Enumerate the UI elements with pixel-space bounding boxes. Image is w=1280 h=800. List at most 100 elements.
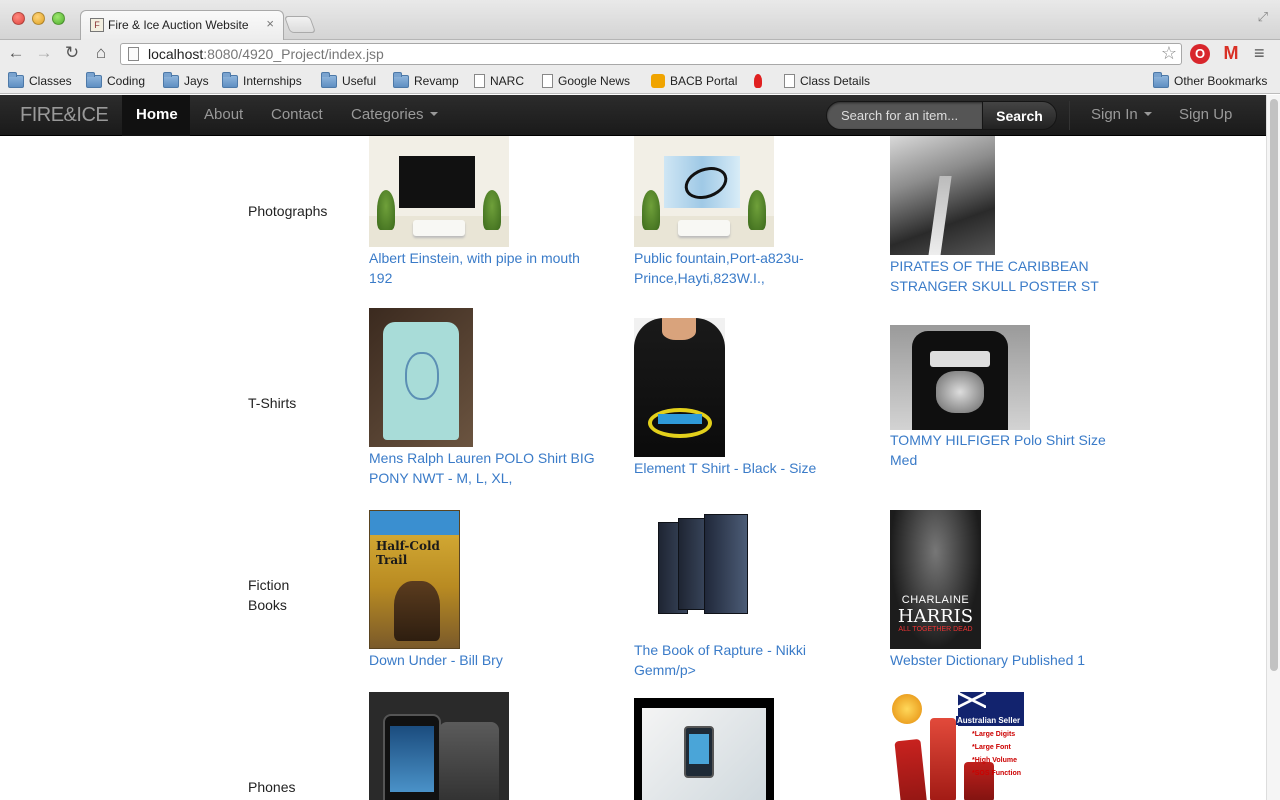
bookmark-label: Google News [558, 74, 631, 88]
seller-label: Australian Seller [956, 716, 1022, 725]
bookmark-star-icon[interactable]: ☆ [1161, 43, 1177, 64]
home-icon[interactable]: ⌂ [90, 42, 112, 64]
bookmark-label: Classes [29, 74, 72, 88]
address-bar[interactable]: localhost:8080/4920_Project/index.jsp ☆ [120, 43, 1182, 65]
url-host: localhost [148, 46, 204, 62]
product-image[interactable]: Half-Cold Trail [369, 510, 460, 649]
bookmark-label: Useful [342, 74, 377, 88]
bookmark-item[interactable]: BACB Portal [651, 73, 737, 89]
phone-shape [684, 726, 714, 778]
opera-extension-icon[interactable]: O [1190, 44, 1210, 64]
folder-icon [222, 72, 238, 88]
product-image[interactable] [369, 136, 509, 247]
bookmark-item[interactable]: Other Bookmarks [1153, 72, 1267, 89]
product-title-link[interactable]: Public fountain,Port-a823u-Prince,Hayti,… [634, 248, 864, 288]
product-title-link[interactable]: Mens Ralph Lauren POLO Shirt BIG PONY NW… [369, 448, 599, 488]
product-image[interactable]: CHARLAINE HARRIS ALL TOGETHER DEAD [890, 510, 981, 649]
product-title-link[interactable]: The Book of Rapture - Nikki Gemm/p> [634, 640, 864, 680]
back-icon[interactable]: ← [5, 42, 27, 64]
plant-shape [642, 190, 660, 230]
bookmark-item[interactable]: Coding [86, 72, 146, 89]
phone-shape [383, 714, 441, 800]
forward-icon[interactable]: → [33, 42, 55, 64]
bookmark-item[interactable]: Classes [8, 72, 72, 89]
bookmark-item[interactable]: NARC [474, 73, 524, 89]
product-title-link[interactable]: Albert Einstein, with pipe in mouth 192 [369, 248, 599, 288]
folder-icon [1153, 72, 1169, 88]
product-title-link[interactable]: TOMMY HILFIGER Polo Shirt Size Med [890, 430, 1120, 470]
reload-icon[interactable]: ↻ [61, 42, 83, 64]
tshirt-print-shape [936, 371, 984, 413]
caret-down-icon [1143, 112, 1152, 117]
nav-home[interactable]: Home [136, 106, 178, 123]
flip-phone-shape [894, 738, 928, 800]
phone-screen-shape [390, 726, 434, 792]
gmail-extension-icon[interactable]: M [1221, 44, 1241, 62]
nav-about[interactable]: About [204, 106, 243, 123]
scrollbar-thumb[interactable] [1270, 99, 1278, 671]
product-title-link[interactable]: Element T Shirt - Black - Size [634, 458, 864, 478]
product-image[interactable] [634, 510, 774, 639]
browser-menu-icon[interactable]: ≡ [1254, 43, 1265, 64]
new-tab-button[interactable] [283, 16, 317, 33]
bookmark-item[interactable]: Google News [542, 73, 630, 89]
category-label-photographs: Photographs [248, 203, 328, 219]
book-author-first: CHARLAINE [901, 594, 970, 606]
window-maximize-icon[interactable] [52, 12, 65, 25]
book-cover-shape [704, 514, 748, 614]
product-title-link[interactable]: PIRATES OF THE CARIBBEAN STRANGER SKULL … [890, 256, 1130, 296]
product-image[interactable] [369, 692, 509, 800]
book-banner-shape [370, 511, 459, 535]
rss-icon [651, 74, 665, 88]
guarantee-badge-shape [892, 694, 922, 724]
fullscreen-icon[interactable]: ⤢ [1258, 9, 1268, 25]
search-input[interactable] [826, 101, 984, 130]
product-title-link[interactable]: Webster Dictionary Published 1 [890, 650, 1120, 670]
url-text[interactable]: localhost:8080/4920_Project/index.jsp [148, 46, 384, 62]
folder-icon [86, 72, 102, 88]
tab-close-icon[interactable]: × [266, 16, 274, 31]
book-author-last: HARRIS [897, 606, 974, 627]
window-close-icon[interactable] [12, 12, 25, 25]
bookmark-label: Jays [184, 74, 209, 88]
page-scrollbar[interactable] [1266, 95, 1280, 800]
plant-shape [483, 190, 501, 230]
tshirt-shape [383, 322, 459, 440]
search-button[interactable]: Search [982, 101, 1057, 130]
product-image[interactable] [634, 136, 774, 247]
doc-icon [542, 74, 553, 88]
bookmark-item[interactable]: Revamp [393, 72, 459, 89]
bookmark-item[interactable]: Jays [163, 72, 209, 89]
product-image[interactable] [634, 698, 774, 800]
product-image[interactable] [890, 325, 1030, 430]
product-image[interactable] [369, 308, 473, 447]
flame-icon [754, 74, 762, 88]
product-title-link[interactable]: Down Under - Bill Bry [369, 650, 599, 670]
bookmark-item[interactable]: Class Details [784, 73, 870, 89]
flip-phone-shape [930, 718, 956, 800]
nav-sign-in-dropdown[interactable]: Sign In [1091, 106, 1152, 123]
product-image[interactable]: Australian Seller *Large Digits *Large F… [890, 692, 1024, 800]
nav-sign-in-label: Sign In [1091, 106, 1138, 123]
plant-shape [377, 190, 395, 230]
bookmark-item[interactable] [754, 73, 767, 89]
bookmark-item[interactable]: Internships [222, 72, 302, 89]
bookmark-label: Coding [107, 74, 146, 88]
url-path: :8080/4920_Project/index.jsp [203, 46, 384, 62]
product-image[interactable] [890, 136, 995, 255]
browser-tab[interactable]: F Fire & Ice Auction Website × [80, 10, 284, 41]
product-image[interactable] [634, 318, 725, 457]
bookmark-label: NARC [490, 74, 525, 88]
feature-list: *Large Digits *Large Font *High Volume *… [972, 731, 1021, 777]
site-navbar: FIRE&ICE Home About Contact Categories S… [0, 95, 1266, 136]
bookmark-item[interactable]: Useful [321, 72, 377, 89]
nav-sign-up[interactable]: Sign Up [1179, 106, 1232, 123]
window-minimize-icon[interactable] [32, 12, 45, 25]
category-label-t-shirts: T-Shirts [248, 395, 297, 411]
model-head-shape [662, 318, 696, 340]
nav-categories-dropdown[interactable]: Categories [351, 106, 438, 123]
site-brand[interactable]: FIRE&ICE [20, 104, 109, 127]
book-cover-title: Half-Cold Trail [376, 539, 440, 567]
nav-contact[interactable]: Contact [271, 106, 323, 123]
browser-toolbar: ← → ↻ ⌂ localhost:8080/4920_Project/inde… [0, 40, 1280, 68]
